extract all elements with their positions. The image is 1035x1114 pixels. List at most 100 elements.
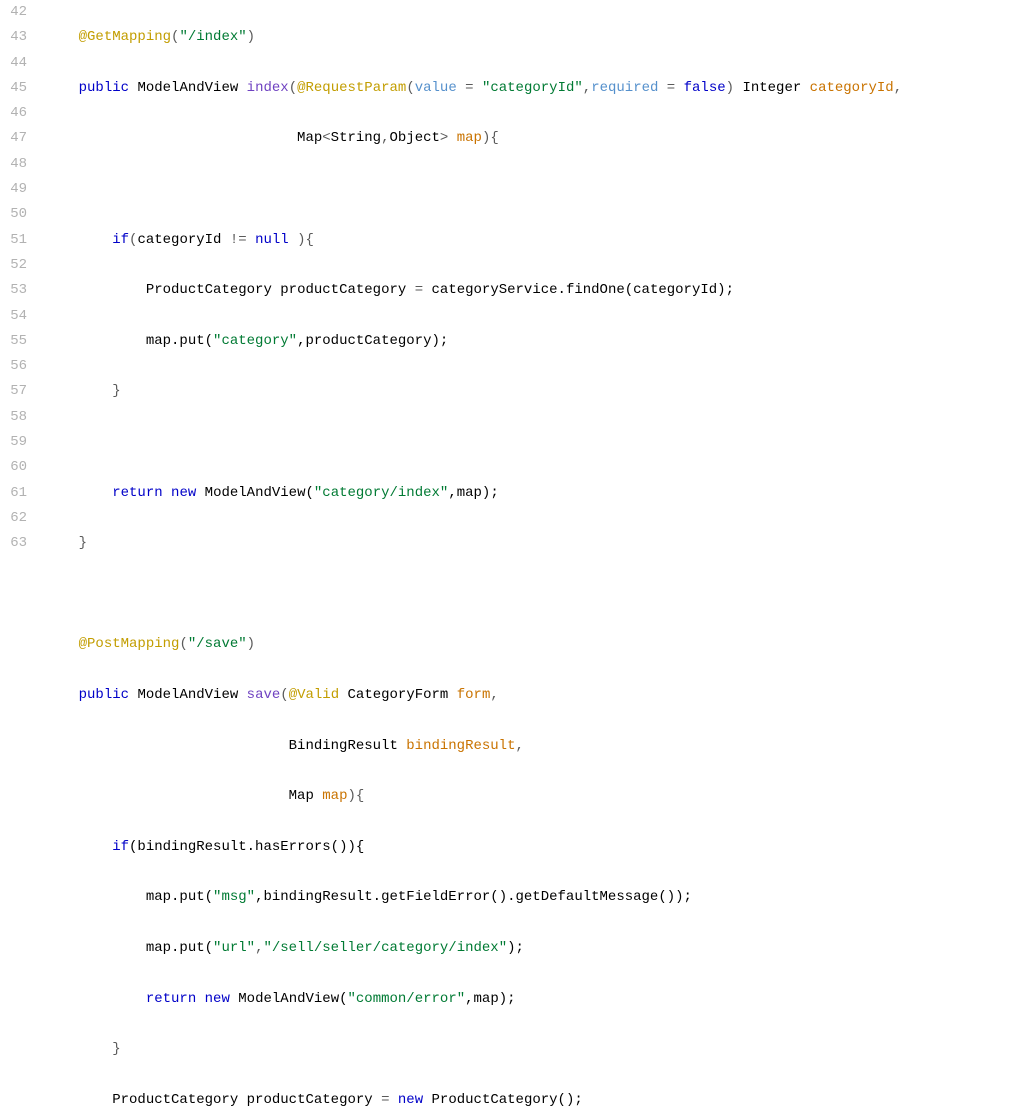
call-rest: ,bindingResult.getFieldError().getDefaul… xyxy=(255,889,692,905)
line-number: 48 xyxy=(0,152,27,177)
line-number: 49 xyxy=(0,177,27,202)
keyword-if: if xyxy=(112,232,129,248)
string-literal: "common/error" xyxy=(348,991,466,1007)
paren: ) xyxy=(726,80,743,96)
code-line-44: Map<String,Object> map){ xyxy=(45,126,1035,151)
line-number: 53 xyxy=(0,278,27,303)
code-line-47: ProductCategory productCategory = catego… xyxy=(45,278,1035,303)
equals: = xyxy=(658,80,683,96)
line-number: 54 xyxy=(0,304,27,329)
type: Object xyxy=(390,130,440,146)
annotation: @GetMapping xyxy=(79,29,171,45)
call-expression: map.put( xyxy=(146,889,213,905)
code-line-55: public ModelAndView save(@Valid Category… xyxy=(45,683,1035,708)
code-line-42: @GetMapping("/index") xyxy=(45,25,1035,50)
code-line-53 xyxy=(45,582,1035,607)
method-name: index xyxy=(247,80,289,96)
line-number-gutter: 42 43 44 45 46 47 48 49 50 51 52 53 54 5… xyxy=(0,0,45,1114)
code-line-61: return new ModelAndView("common/error",m… xyxy=(45,987,1035,1012)
equals: = xyxy=(457,80,482,96)
line-number: 43 xyxy=(0,25,27,50)
variable: productCategory xyxy=(280,282,406,298)
line-number: 51 xyxy=(0,228,27,253)
code-line-45 xyxy=(45,177,1035,202)
line-number: 62 xyxy=(0,506,27,531)
param-name: bindingResult xyxy=(406,738,515,754)
type: Map xyxy=(289,788,314,804)
string-literal: "categoryId" xyxy=(482,80,583,96)
angle-bracket: > xyxy=(440,130,448,146)
code-line-51: return new ModelAndView("category/index"… xyxy=(45,481,1035,506)
brace: } xyxy=(112,1041,120,1057)
keyword-new: new xyxy=(398,1092,423,1108)
type: BindingResult xyxy=(289,738,398,754)
line-number: 59 xyxy=(0,430,27,455)
call-rest: ,map); xyxy=(465,991,515,1007)
string-literal: "msg" xyxy=(213,889,255,905)
keyword-public: public xyxy=(79,687,129,703)
paren: ) xyxy=(247,29,255,45)
call-rest: ); xyxy=(507,940,524,956)
code-line-62: } xyxy=(45,1037,1035,1062)
call-expression: map.put( xyxy=(146,940,213,956)
line-number: 42 xyxy=(0,0,27,25)
paren: ) xyxy=(247,636,255,652)
code-line-49: } xyxy=(45,379,1035,404)
attr-name: value xyxy=(415,80,457,96)
line-number: 50 xyxy=(0,202,27,227)
ctor: ProductCategory(); xyxy=(432,1092,583,1108)
watermark-text: https://blog.csdn.net/qq_41360177 xyxy=(816,1109,1025,1114)
variable: categoryId xyxy=(137,232,221,248)
comma: , xyxy=(381,130,389,146)
equals: = xyxy=(373,1092,398,1108)
brace: } xyxy=(79,535,87,551)
call-rest: ,map); xyxy=(448,485,498,501)
annotation: @RequestParam xyxy=(297,80,406,96)
brace: ){ xyxy=(347,788,364,804)
type: ProductCategory xyxy=(146,282,272,298)
line-number: 61 xyxy=(0,481,27,506)
angle-bracket: < xyxy=(322,130,330,146)
line-number: 47 xyxy=(0,126,27,151)
type: Integer xyxy=(742,80,801,96)
line-number: 46 xyxy=(0,101,27,126)
type: ModelAndView xyxy=(137,687,238,703)
comma: , xyxy=(490,687,498,703)
code-line-60: map.put("url","/sell/seller/category/ind… xyxy=(45,936,1035,961)
param-name: map xyxy=(457,130,482,146)
type: Map xyxy=(297,130,322,146)
boolean-literal: false xyxy=(684,80,726,96)
call-expression: (bindingResult.hasErrors()){ xyxy=(129,839,364,855)
method-name: save xyxy=(247,687,281,703)
variable: productCategory xyxy=(247,1092,373,1108)
line-number: 60 xyxy=(0,455,27,480)
comma: , xyxy=(255,940,263,956)
line-number: 55 xyxy=(0,329,27,354)
param-name: categoryId xyxy=(810,80,894,96)
paren: ( xyxy=(289,80,297,96)
string-literal: "/sell/seller/category/index" xyxy=(263,940,507,956)
paren: ( xyxy=(179,636,187,652)
comma: , xyxy=(894,80,902,96)
call-rest: ,productCategory); xyxy=(297,333,448,349)
type: ProductCategory xyxy=(112,1092,238,1108)
line-number: 63 xyxy=(0,531,27,556)
code-line-46: if(categoryId != null ){ xyxy=(45,228,1035,253)
code-line-56: BindingResult bindingResult, xyxy=(45,734,1035,759)
equals: = xyxy=(406,282,431,298)
ctor: ModelAndView( xyxy=(238,991,347,1007)
operator: != xyxy=(221,232,255,248)
string-literal: "/index" xyxy=(179,29,246,45)
null-literal: null xyxy=(255,232,289,248)
comma: , xyxy=(583,80,591,96)
paren: ( xyxy=(280,687,288,703)
paren: ( xyxy=(406,80,414,96)
code-line-50 xyxy=(45,430,1035,455)
code-line-59: map.put("msg",bindingResult.getFieldErro… xyxy=(45,885,1035,910)
line-number: 44 xyxy=(0,51,27,76)
string-literal: "url" xyxy=(213,940,255,956)
type: CategoryForm xyxy=(348,687,449,703)
param-name: map xyxy=(322,788,347,804)
call-expression: categoryService.findOne(categoryId); xyxy=(432,282,734,298)
brace: ){ xyxy=(289,232,314,248)
